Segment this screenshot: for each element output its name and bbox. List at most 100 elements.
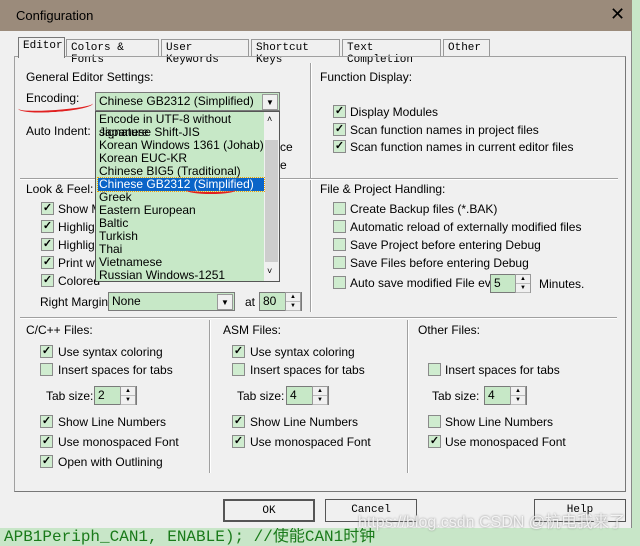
other-tab-size-label: Tab size: (432, 389, 480, 403)
tab-editor[interactable]: Editor (18, 37, 65, 58)
fp-checkbox[interactable] (333, 276, 346, 289)
look-feel-heading: Look & Feel: (26, 182, 94, 196)
encoding-option[interactable]: Russian Windows-1251 (98, 269, 264, 282)
other-spaces-checkbox[interactable] (428, 363, 441, 376)
cpp-syntax-checkbox[interactable]: ✓ (40, 345, 53, 358)
configuration-dialog: Configuration ✕ Editor Colors & Fonts Us… (0, 0, 632, 528)
fp-checkbox[interactable] (333, 238, 346, 251)
encoding-select[interactable]: Chinese GB2312 (Simplified) (95, 92, 280, 111)
cpp-outlining-checkbox[interactable]: ✓ (40, 455, 53, 468)
look-checkbox[interactable]: ✓ (41, 220, 54, 233)
fd-label: Scan function names in project files (350, 123, 539, 137)
divider (407, 320, 409, 473)
asm-syntax-label: Use syntax coloring (250, 345, 355, 359)
fp-label: Auto save modified File every (350, 276, 508, 290)
divider (312, 178, 618, 180)
watermark: https://blog.csdn CSDN @杭电我来了 (358, 514, 625, 531)
cpp-syntax-label: Use syntax coloring (58, 345, 163, 359)
divider (310, 63, 312, 179)
dropdown-scrollbar[interactable]: ˄ ˅ (264, 112, 279, 281)
tab-shortcut-keys[interactable]: Shortcut Keys (251, 39, 340, 66)
cpp-line-numbers-checkbox[interactable]: ✓ (40, 415, 53, 428)
asm-tab-spinner[interactable]: ▲ ▼ (312, 386, 328, 405)
fd-checkbox[interactable]: ✓ (333, 140, 346, 153)
at-value: 80 (263, 294, 277, 308)
look-checkbox[interactable]: ✓ (41, 202, 54, 215)
file-project-heading: File & Project Handling: (320, 182, 446, 196)
cpp-outlining-label: Open with Outlining (58, 455, 163, 469)
cpp-tab-value: 2 (98, 388, 105, 402)
asm-mono-checkbox[interactable]: ✓ (232, 435, 245, 448)
right-margin-spinner[interactable]: ▲ ▼ (285, 292, 301, 311)
divider (209, 320, 211, 473)
divider (20, 317, 617, 319)
cpp-spaces-checkbox[interactable] (40, 363, 53, 376)
window-title: Configuration (16, 8, 94, 23)
look-checkbox[interactable]: ✓ (41, 274, 54, 287)
function-display-heading: Function Display: (320, 70, 413, 84)
other-mono-checkbox[interactable]: ✓ (428, 435, 441, 448)
autosave-spinner[interactable]: ▲ ▼ (515, 274, 531, 293)
chevron-down-icon[interactable]: ▼ (262, 94, 278, 110)
tab-text-completion[interactable]: Text Completion (342, 39, 441, 66)
other-tab-spinner[interactable]: ▲ ▼ (510, 386, 526, 405)
asm-syntax-checkbox[interactable]: ✓ (232, 345, 245, 358)
fp-checkbox[interactable] (333, 202, 346, 215)
cpp-heading: C/C++ Files: (26, 323, 93, 337)
other-line-numbers-checkbox[interactable] (428, 415, 441, 428)
cpp-spaces-label: Insert spaces for tabs (58, 363, 173, 377)
asm-spaces-checkbox[interactable] (232, 363, 245, 376)
look-label: Colored (58, 274, 101, 288)
fd-checkbox[interactable]: ✓ (333, 123, 346, 136)
asm-heading: ASM Files: (223, 323, 282, 337)
fp-label: Automatic reload of externally modified … (350, 220, 582, 234)
scroll-thumb[interactable] (265, 140, 278, 262)
auto-indent-label: Auto Indent: (26, 124, 91, 138)
asm-line-numbers-checkbox[interactable]: ✓ (232, 415, 245, 428)
fd-checkbox[interactable]: ✓ (333, 105, 346, 118)
cpp-tab-spinner[interactable]: ▲ ▼ (120, 386, 136, 405)
tab-other[interactable]: Other (443, 39, 490, 57)
title-bar: Configuration ✕ (0, 0, 632, 31)
cpp-mono-label: Use monospaced Font (58, 435, 179, 449)
tab-user-keywords[interactable]: User Keywords (161, 39, 249, 66)
ok-button[interactable]: OK (223, 499, 315, 522)
hidden-option-fragment: e (280, 158, 287, 172)
other-tab-value: 4 (488, 388, 495, 402)
right-margin-label: Right Margin: (40, 295, 112, 309)
tab-colors-fonts[interactable]: Colors & Fonts (66, 39, 159, 66)
scroll-up-icon[interactable]: ˄ (267, 114, 272, 124)
right-margin-value: None (112, 294, 141, 308)
cpp-tab-size-label: Tab size: (46, 389, 94, 403)
fp-label: Save Project before entering Debug (350, 238, 541, 252)
other-mono-label: Use monospaced Font (445, 435, 566, 449)
fp-checkbox[interactable] (333, 220, 346, 233)
asm-line-numbers-label: Show Line Numbers (250, 415, 359, 429)
scroll-down-icon[interactable]: ˅ (267, 266, 272, 276)
asm-spaces-label: Insert spaces for tabs (250, 363, 365, 377)
fp-label: Create Backup files (*.BAK) (350, 202, 498, 216)
encoding-option[interactable]: Turkish (98, 230, 264, 243)
look-checkbox[interactable]: ✓ (41, 256, 54, 269)
hidden-option-fragment: ce (280, 140, 293, 154)
right-margin-select[interactable]: None (108, 292, 235, 311)
general-heading: General Editor Settings: (26, 70, 154, 84)
fp-label: Save Files before entering Debug (350, 256, 529, 270)
look-checkbox[interactable]: ✓ (41, 238, 54, 251)
asm-tab-value: 4 (290, 388, 297, 402)
encoding-value: Chinese GB2312 (Simplified) (99, 94, 254, 108)
annotation-underline (186, 186, 236, 194)
asm-tab-size-label: Tab size: (237, 389, 285, 403)
cpp-line-numbers-label: Show Line Numbers (58, 415, 167, 429)
encoding-dropdown-list[interactable]: ˄ ˅ Encode in UTF-8 without signature Jap… (95, 111, 280, 282)
cpp-mono-checkbox[interactable]: ✓ (40, 435, 53, 448)
autosave-value: 5 (494, 276, 501, 290)
other-heading: Other Files: (418, 323, 481, 337)
asm-mono-label: Use monospaced Font (250, 435, 371, 449)
fd-label: Display Modules (350, 105, 439, 119)
other-line-numbers-label: Show Line Numbers (445, 415, 554, 429)
fp-checkbox[interactable] (333, 256, 346, 269)
close-icon[interactable]: ✕ (610, 4, 625, 25)
fd-label: Scan function names in current editor fi… (350, 140, 574, 154)
chevron-down-icon[interactable]: ▼ (217, 294, 233, 310)
